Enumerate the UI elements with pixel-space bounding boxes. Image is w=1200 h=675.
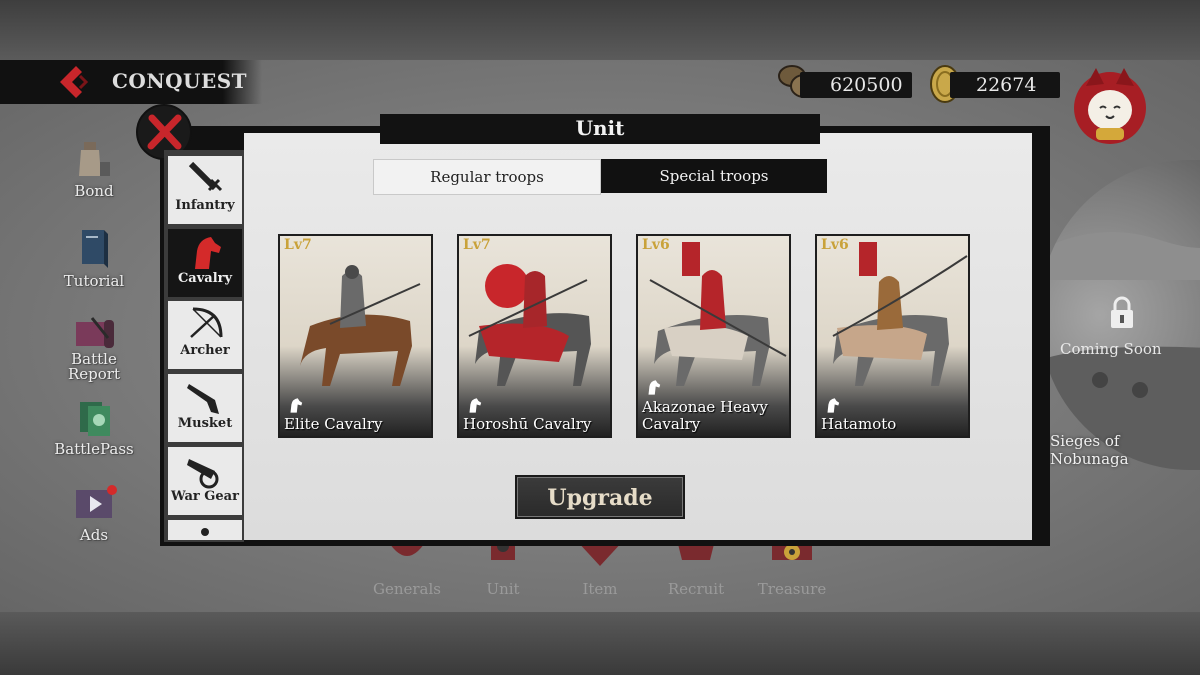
pass-icon [80,402,110,436]
sword-icon [188,161,223,192]
upgrade-button[interactable]: Upgrade [515,475,685,519]
menu-bond-label: Bond [74,182,114,200]
nav-generals-label: Generals [372,580,441,598]
unit-name: Horoshū Cavalry [463,415,592,433]
gold-value: 22674 [976,74,1037,96]
menu-bond[interactable]: Bond [48,136,140,200]
screen-title: CONQUEST [112,69,248,93]
unit-level: Lv6 [821,237,849,253]
menu-tutorial[interactable]: Tutorial [48,226,140,290]
letterbox-bottom [0,612,1200,675]
category-tab-cavalry[interactable]: Cavalry [168,229,242,297]
horse-head-icon [648,380,661,395]
unit-card-horoshu-cavalry[interactable]: Lv7 Horoshū Cavalry [457,234,612,438]
category-war-gear-label: War Gear [171,489,239,504]
category-tab-musket[interactable]: Musket [168,374,242,442]
bow-icon [190,307,223,338]
category-tab-more[interactable] [168,520,242,540]
unit-card-elite-cavalry[interactable]: Lv7 Elite Cavalry [278,234,433,438]
horse-head-icon [469,398,482,413]
category-infantry-label: Infantry [175,198,235,213]
book-icon [82,230,108,268]
cannon-icon [187,459,219,489]
lock-icon [1111,296,1133,328]
sake-bottle-icon [79,142,110,176]
nav-treasure-label: Treasure [757,580,827,598]
more-category-icon [201,528,209,536]
horse-head-icon [290,398,303,413]
nav-item-label: Item [582,580,618,598]
unit-level: Lv7 [284,237,312,253]
tab-special-troops[interactable]: Special troops [601,159,827,193]
game-screen: CONQUEST 620500 22674 Bond Tutorial Batt… [0,0,1200,675]
menu-tutorial-label: Tutorial [63,272,125,290]
category-tab-infantry[interactable]: Infantry [168,156,242,224]
horse-head-icon [827,398,840,413]
unit-card-akazonae-heavy-cavalry[interactable]: Lv6 Akazonae Heavy Cavalry [636,234,791,438]
menu-ads[interactable]: Ads [48,484,140,544]
category-archer-label: Archer [180,343,230,358]
maneki-neko-shop-icon[interactable] [1066,60,1154,148]
event-name-label: Sieges of Nobunaga [1050,432,1129,468]
category-musket-label: Musket [177,416,233,431]
unit-name: Akazonae Heavy Cavalry [642,398,768,433]
category-tab-archer[interactable]: Archer [168,301,242,369]
menu-battle-report[interactable]: Battle Report [48,316,140,382]
category-cavalry-label: Cavalry [177,271,233,286]
coins-value: 620500 [830,74,903,96]
letterbox-top [0,0,1200,60]
film-icon [76,485,117,518]
nav-recruit-label: Recruit [667,580,725,598]
category-tab-war-gear[interactable]: War Gear [168,447,242,515]
coming-soon-label: Coming Soon [1060,340,1162,358]
scroll-icon [76,317,114,348]
unit-card-hatamoto[interactable]: Lv6 Hatamoto [815,234,970,438]
musket-icon [187,384,219,414]
horse-head-icon [195,237,221,269]
menu-battlepass[interactable]: BattlePass [48,398,140,458]
menu-battlepass-label: BattlePass [54,440,134,458]
menu-battle-report-label: Battle Report [67,350,120,383]
tab-regular-troops[interactable]: Regular troops [373,159,601,195]
unit-name: Elite Cavalry [284,415,383,433]
back-arrow-icon[interactable] [56,64,92,100]
unit-name: Hatamoto [821,415,897,433]
modal-title: Unit [575,116,625,140]
unit-level: Lv7 [463,237,491,253]
nav-unit-label: Unit [486,580,520,598]
menu-ads-label: Ads [79,526,109,544]
unit-level: Lv6 [642,237,670,253]
